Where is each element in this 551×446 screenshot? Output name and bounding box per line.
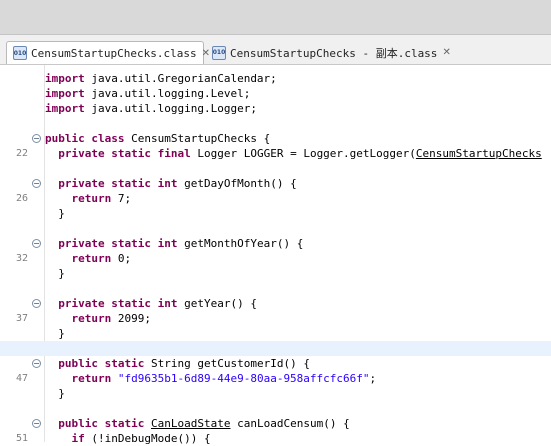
code-text: return 7; [71, 192, 132, 205]
editor-tab-strip: 010 CensumStartupChecks.class ✕ 010 Cens… [0, 35, 551, 65]
code-text: private static final Logger LOGGER = Log… [58, 147, 542, 160]
code-line[interactable]: 32 return 0; [0, 251, 551, 266]
code-text: import java.util.logging.Logger; [45, 102, 257, 115]
line-number: 32 [15, 253, 28, 264]
code-line[interactable]: } [0, 206, 551, 221]
code-line[interactable]: 47 return "fd9635b1-6d89-44e9-80aa-958af… [0, 371, 551, 386]
code-text: return "fd9635b1-6d89-44e9-80aa-958affcf… [71, 372, 377, 385]
code-line[interactable]: import java.util.logging.Level; [0, 86, 551, 101]
line-number: 47 [15, 373, 28, 384]
code-text: } [45, 387, 65, 400]
code-line[interactable]: 26 return 7; [0, 191, 551, 206]
code-text: private static int getMonthOfYear() { [58, 237, 304, 250]
code-line[interactable]: } [0, 266, 551, 281]
code-text: import java.util.logging.Level; [45, 87, 251, 100]
collapse-fold-icon[interactable]: − [32, 239, 41, 248]
collapse-fold-icon[interactable]: − [32, 299, 41, 308]
line-number: 26 [15, 193, 28, 204]
code-line[interactable] [0, 221, 551, 236]
code-text: public static String getCustomerId() { [58, 357, 310, 370]
code-line[interactable]: − private static int getMonthOfYear() { [0, 236, 551, 251]
code-text: if (!inDebugMode()) { [71, 432, 211, 445]
code-line[interactable]: − public class CensumStartupChecks { [0, 131, 551, 146]
class-file-icon: 010 [212, 45, 226, 60]
code-line[interactable]: − public static String getCustomerId() { [0, 356, 551, 371]
code-text: private static int getYear() { [58, 297, 257, 310]
line-number: 51 [15, 433, 28, 444]
collapse-fold-icon[interactable]: − [32, 359, 41, 368]
code-line[interactable] [0, 401, 551, 416]
code-line[interactable]: import java.util.logging.Logger; [0, 101, 551, 116]
collapse-fold-icon[interactable]: − [32, 179, 41, 188]
class-file-icon: 010 [13, 46, 27, 60]
code-line[interactable] [0, 341, 551, 356]
code-text: return 2099; [71, 312, 152, 325]
code-text: public static CanLoadState canLoadCensum… [58, 417, 350, 430]
code-text: } [45, 327, 65, 340]
code-line[interactable]: 37 return 2099; [0, 311, 551, 326]
collapse-fold-icon[interactable]: − [32, 419, 41, 428]
code-line[interactable]: − public static CanLoadState canLoadCens… [0, 416, 551, 431]
code-line[interactable]: − private static int getYear() { [0, 296, 551, 311]
line-number: 22 [15, 148, 28, 159]
window-toolbar-area [0, 0, 551, 35]
code-line[interactable]: 22 private static final Logger LOGGER = … [0, 146, 551, 161]
code-text: private static int getDayOfMonth() { [58, 177, 297, 190]
tab-censum-startup-checks-copy-class[interactable]: 010 CensumStartupChecks - 副本.class ✕ [208, 41, 451, 64]
line-number: 37 [15, 313, 28, 324]
code-text: import java.util.GregorianCalendar; [45, 72, 277, 85]
code-line[interactable]: } [0, 386, 551, 401]
tab-label: CensumStartupChecks - 副本.class [230, 46, 438, 60]
collapse-fold-icon[interactable]: − [32, 134, 41, 143]
code-line[interactable]: − private static int getDayOfMonth() { [0, 176, 551, 191]
code-text: } [45, 267, 65, 280]
tab-label: CensumStartupChecks.class [31, 46, 197, 60]
code-text: public class CensumStartupChecks { [45, 132, 271, 145]
code-line[interactable] [0, 161, 551, 176]
code-text: } [45, 207, 65, 220]
code-line[interactable] [0, 281, 551, 296]
tab-censum-startup-checks-class[interactable]: 010 CensumStartupChecks.class ✕ [6, 41, 210, 64]
code-line[interactable]: import java.util.GregorianCalendar; [0, 71, 551, 86]
code-line[interactable]: 51 if (!inDebugMode()) { [0, 431, 551, 446]
code-line[interactable]: } [0, 326, 551, 341]
close-icon[interactable]: ✕ [442, 47, 450, 58]
code-editor[interactable]: import java.util.GregorianCalendar; impor… [0, 65, 551, 445]
code-text: return 0; [71, 252, 132, 265]
code-line[interactable] [0, 116, 551, 131]
